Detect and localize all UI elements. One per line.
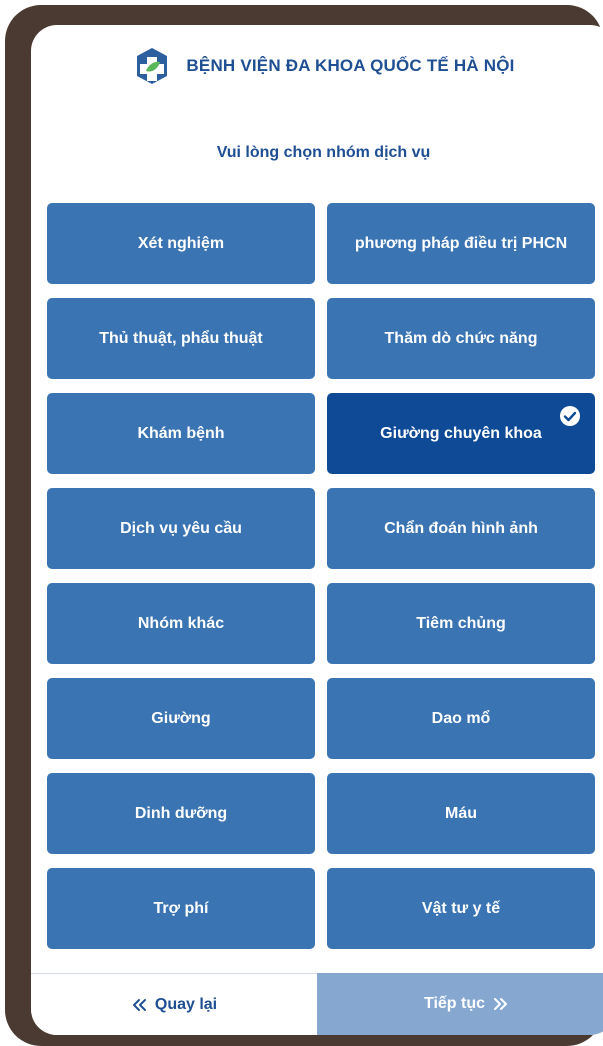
service-button[interactable]: Máu xyxy=(327,773,595,854)
service-button[interactable]: Trợ phí xyxy=(47,868,315,949)
service-button[interactable]: Tiêm chủng xyxy=(327,583,595,664)
next-label: Tiếp tục xyxy=(423,995,486,1012)
service-button[interactable]: Chẩn đoán hình ảnh xyxy=(327,488,595,569)
hospital-logo-icon xyxy=(137,48,168,84)
service-button[interactable]: phương pháp điều trị PHCN xyxy=(327,203,595,284)
double-chevron-right-icon xyxy=(494,998,508,1010)
service-button[interactable]: Thủ thuật, phẩu thuật xyxy=(47,298,315,379)
next-button[interactable]: Tiếp tục xyxy=(317,973,603,1035)
device-frame: BỆNH VIỆN ĐA KHOA QUỐC TẾ HÀ NỘI Vui lòn… xyxy=(5,5,603,1046)
service-label: Giường chuyên khoa xyxy=(380,424,542,442)
service-button[interactable]: Nhóm khác xyxy=(47,583,315,664)
service-label: Trợ phí xyxy=(153,899,209,917)
service-label: Dinh dưỡng xyxy=(134,804,228,822)
service-label: Nhóm khác xyxy=(137,614,225,632)
service-label: Vật tư y tế xyxy=(421,899,501,917)
service-button[interactable]: Khám bệnh xyxy=(47,393,315,474)
header: BỆNH VIỆN ĐA KHOA QUỐC TẾ HÀ NỘI xyxy=(31,43,603,89)
service-button[interactable]: Dinh dưỡng xyxy=(47,773,315,854)
service-label: Khám bệnh xyxy=(137,424,225,442)
check-circle-icon xyxy=(560,406,580,426)
service-label: Chẩn đoán hình ảnh xyxy=(384,519,538,537)
service-label: Dịch vụ yêu cầu xyxy=(120,519,242,537)
hospital-name: BỆNH VIỆN ĐA KHOA QUỐC TẾ HÀ NỘI xyxy=(186,56,515,75)
service-label: Xét nghiệm xyxy=(137,234,225,252)
service-button[interactable]: Xét nghiệm xyxy=(47,203,315,284)
service-button[interactable]: Thăm dò chức năng xyxy=(327,298,595,379)
service-label: Thủ thuật, phẩu thuật xyxy=(99,329,263,347)
service-label: Máu xyxy=(445,804,477,822)
page-prompt: Vui lòng chọn nhóm dịch vụ xyxy=(216,144,431,161)
service-label: Tiêm chủng xyxy=(416,614,506,632)
service-button[interactable]: Vật tư y tế xyxy=(327,868,595,949)
service-label: Giường xyxy=(151,709,211,727)
service-label: Dao mổ xyxy=(431,709,491,727)
service-button[interactable]: Dịch vụ yêu cầu xyxy=(47,488,315,569)
service-label: phương pháp điều trị PHCN xyxy=(354,234,568,252)
back-button[interactable]: Quay lại xyxy=(31,973,317,1035)
service-button[interactable]: Dao mổ xyxy=(327,678,595,759)
service-group-grid: Xét nghiệm phương pháp điều trị PHCN Thủ… xyxy=(47,203,595,949)
service-label: Thăm dò chức năng xyxy=(384,329,538,347)
service-button[interactable]: Giường xyxy=(47,678,315,759)
footer-actions: Quay lại Tiếp tục xyxy=(31,973,603,1035)
screen: BỆNH VIỆN ĐA KHOA QUỐC TẾ HÀ NỘI Vui lòn… xyxy=(31,25,603,1035)
back-label: Quay lại xyxy=(154,995,218,1013)
service-button-selected[interactable]: Giường chuyên khoa xyxy=(327,393,595,474)
double-chevron-left-icon xyxy=(132,998,146,1011)
